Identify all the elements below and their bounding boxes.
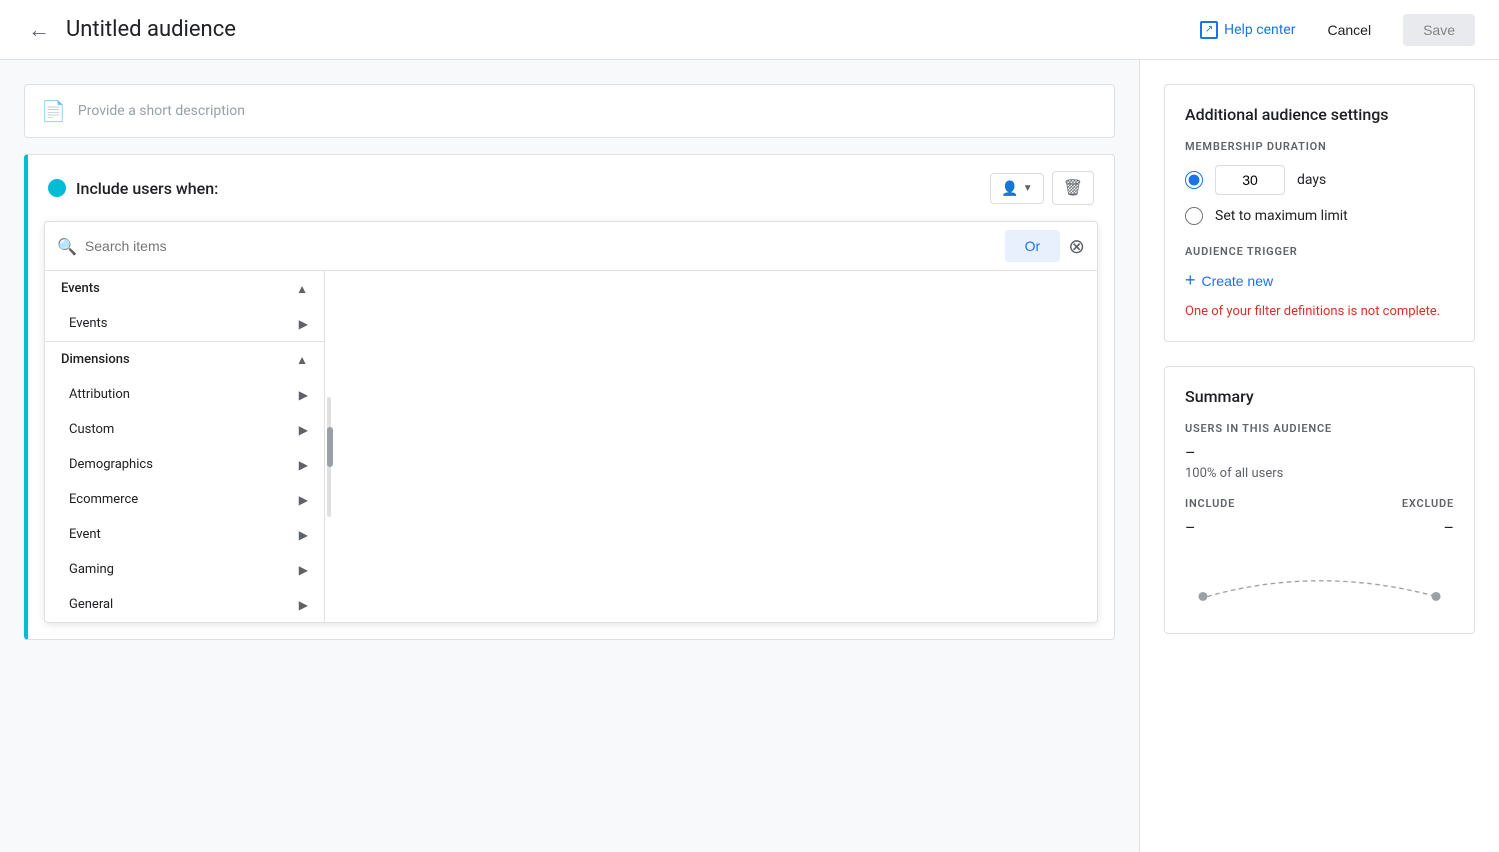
list-item-general[interactable]: General ▶ <box>45 587 324 622</box>
summary-card: Summary USERS IN THIS AUDIENCE – 100% of… <box>1164 366 1475 634</box>
include-actions: 👤 ▼ 🗑 <box>990 171 1094 205</box>
dropdown-body: Events ▲ Events ▶ Dimensions ▲ <box>45 271 1097 622</box>
attribution-chevron-icon: ▶ <box>299 388 308 402</box>
dropdown-list: Events ▲ Events ▶ Dimensions ▲ <box>45 271 325 622</box>
events-item-label: Events <box>69 316 107 331</box>
audience-trigger-label: AUDIENCE TRIGGER <box>1185 245 1454 258</box>
include-card: Include users when: 👤 ▼ 🗑 🔍 <box>24 154 1115 640</box>
delete-button[interactable]: 🗑 <box>1052 171 1094 205</box>
search-input[interactable] <box>85 238 993 254</box>
include-value: – <box>1185 518 1196 537</box>
event-label: Event <box>69 527 101 542</box>
error-message: One of your filter definitions is not co… <box>1185 303 1454 321</box>
summary-title: Summary <box>1185 387 1454 406</box>
days-radio[interactable] <box>1185 171 1203 189</box>
users-value: – <box>1185 443 1454 462</box>
close-button[interactable]: ⊗ <box>1068 234 1085 259</box>
gaming-label: Gaming <box>69 562 114 577</box>
search-icon: 🔍 <box>57 237 77 256</box>
include-title: Include users when: <box>76 179 218 198</box>
chevron-up-icon-2: ▲ <box>296 353 308 367</box>
inc-exc-row: INCLUDE EXCLUDE <box>1185 497 1454 510</box>
general-chevron-icon: ▶ <box>299 598 308 612</box>
list-item-gaming[interactable]: Gaming ▶ <box>45 552 324 587</box>
scrollbar-track <box>325 271 335 622</box>
header-left: ← Untitled audience <box>24 13 1200 47</box>
list-item-ecommerce[interactable]: Ecommerce ▶ <box>45 482 324 517</box>
custom-chevron-icon: ▶ <box>299 423 308 437</box>
days-input[interactable] <box>1215 165 1285 195</box>
person-icon: 👤 <box>1001 180 1018 197</box>
list-item-events[interactable]: Events ▶ <box>45 306 324 341</box>
search-row: 🔍 Or ⊗ <box>45 222 1097 271</box>
page-title: Untitled audience <box>66 17 236 42</box>
create-new-label: Create new <box>1202 273 1274 289</box>
plus-icon: + <box>1185 270 1196 291</box>
days-radio-row: days <box>1185 165 1454 195</box>
content-area: 📄 Provide a short description Include us… <box>0 60 1139 852</box>
gaming-chevron-icon: ▶ <box>299 563 308 577</box>
event-chevron-icon: ▶ <box>299 528 308 542</box>
dropdown-panel: 🔍 Or ⊗ Events ▲ <box>44 221 1098 623</box>
users-in-audience-label: USERS IN THIS AUDIENCE <box>1185 422 1454 435</box>
events-section-header[interactable]: Events ▲ <box>45 271 324 306</box>
membership-duration-label: MEMBERSHIP DURATION <box>1185 140 1454 153</box>
list-item-event[interactable]: Event ▶ <box>45 517 324 552</box>
help-center-label: Help center <box>1224 22 1295 38</box>
right-panel: Additional audience settings MEMBERSHIP … <box>1139 60 1499 852</box>
scroll-thumb <box>327 427 333 467</box>
description-placeholder: Provide a short description <box>78 103 245 119</box>
header: ← Untitled audience Help center Cancel S… <box>0 0 1499 60</box>
exclude-value: – <box>1444 518 1455 537</box>
list-item-custom[interactable]: Custom ▶ <box>45 412 324 447</box>
include-header: Include users when: 👤 ▼ 🗑 <box>28 155 1114 221</box>
list-item-attribution[interactable]: Attribution ▶ <box>45 377 324 412</box>
description-bar[interactable]: 📄 Provide a short description <box>24 84 1115 138</box>
dimensions-section-header[interactable]: Dimensions ▲ <box>45 342 324 377</box>
back-button[interactable]: ← <box>24 13 54 47</box>
teal-dot-icon <box>48 179 66 197</box>
inc-exc-values: – – <box>1185 518 1454 537</box>
max-limit-label: Set to maximum limit <box>1215 208 1348 224</box>
person-dropdown-button[interactable]: 👤 ▼ <box>990 173 1043 204</box>
list-item-demographics[interactable]: Demographics ▶ <box>45 447 324 482</box>
help-center-link[interactable]: Help center <box>1200 21 1295 39</box>
demographics-label: Demographics <box>69 457 153 472</box>
users-pct: 100% of all users <box>1185 466 1454 481</box>
close-circle-icon: ⊗ <box>1068 234 1085 259</box>
include-label: INCLUDE <box>1185 497 1235 510</box>
save-button[interactable]: Save <box>1403 14 1475 46</box>
create-new-button[interactable]: + Create new <box>1185 270 1273 291</box>
or-button[interactable]: Or <box>1005 230 1061 262</box>
trigger-section: AUDIENCE TRIGGER + Create new One of you… <box>1185 245 1454 321</box>
demographics-chevron-icon: ▶ <box>299 458 308 472</box>
trash-icon: 🗑 <box>1063 180 1083 197</box>
dimensions-section-label: Dimensions <box>61 352 130 367</box>
max-limit-radio-row: Set to maximum limit <box>1185 207 1454 225</box>
back-arrow-icon: ← <box>28 17 50 43</box>
chart-area <box>1185 553 1454 613</box>
main-container: 📄 Provide a short description Include us… <box>0 60 1499 852</box>
header-right: Help center Cancel Save <box>1200 14 1475 46</box>
chevron-up-icon: ▲ <box>296 282 308 296</box>
exclude-label: EXCLUDE <box>1402 497 1454 510</box>
max-limit-radio[interactable] <box>1185 207 1203 225</box>
external-link-icon <box>1200 21 1218 39</box>
custom-label: Custom <box>69 422 114 437</box>
include-title-row: Include users when: <box>48 179 218 198</box>
description-icon: 📄 <box>41 99 66 123</box>
summary-chart <box>1185 553 1454 613</box>
days-label: days <box>1297 172 1326 188</box>
scroll-track[interactable] <box>327 397 331 517</box>
chevron-right-icon: ▶ <box>299 317 308 331</box>
events-section-label: Events <box>61 281 100 296</box>
cancel-button[interactable]: Cancel <box>1311 14 1387 46</box>
settings-card: Additional audience settings MEMBERSHIP … <box>1164 84 1475 342</box>
ecommerce-chevron-icon: ▶ <box>299 493 308 507</box>
attribution-label: Attribution <box>69 387 130 402</box>
settings-card-title: Additional audience settings <box>1185 105 1454 124</box>
general-label: General <box>69 597 113 612</box>
dropdown-arrow-icon: ▼ <box>1023 183 1033 194</box>
ecommerce-label: Ecommerce <box>69 492 138 507</box>
